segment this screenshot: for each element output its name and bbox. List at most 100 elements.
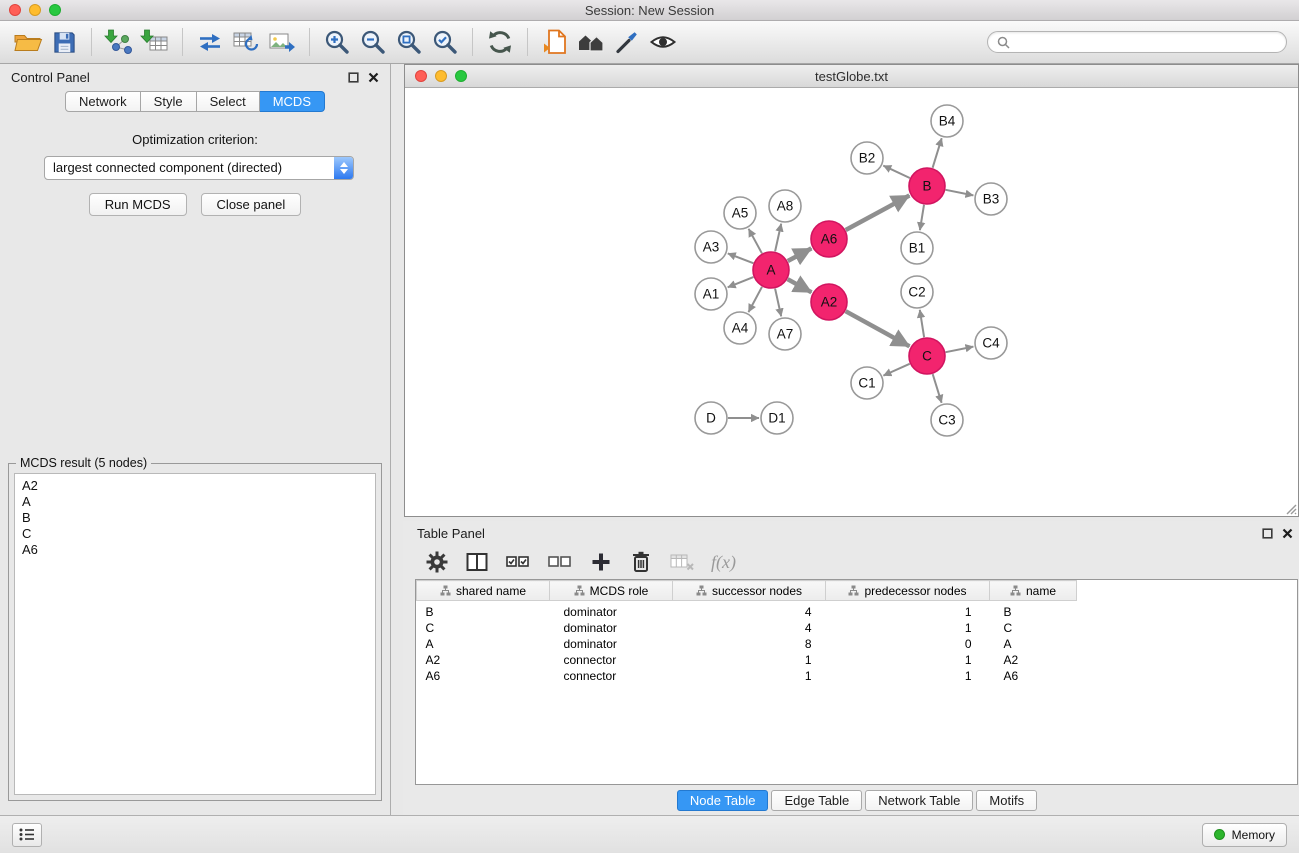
float-panel-icon[interactable] — [348, 72, 359, 83]
graph-edge-B-B2[interactable] — [883, 166, 910, 178]
table-cell[interactable]: 1 — [826, 620, 990, 636]
run-mcds-button[interactable]: Run MCDS — [89, 193, 187, 216]
graph-edge-A-A2[interactable] — [788, 279, 812, 292]
graph-node-A2[interactable]: A2 — [811, 284, 847, 320]
table-row[interactable]: Bdominator41B — [417, 601, 1298, 621]
tab-node-table[interactable]: Node Table — [677, 790, 769, 811]
network-swap-button[interactable] — [192, 24, 228, 60]
export-image-button[interactable] — [264, 24, 300, 60]
memory-button[interactable]: Memory — [1202, 823, 1287, 847]
graph-edge-C-C3[interactable] — [933, 374, 942, 403]
graph-node-D[interactable]: D — [695, 402, 727, 434]
show-columns-button[interactable] — [465, 547, 489, 577]
network-canvas[interactable]: B4B2BB3A5A8A6A3B1AC2A1A2A4A7C4CC1C3DD1 — [405, 88, 1298, 516]
graph-node-A8[interactable]: A8 — [769, 190, 801, 222]
tab-motifs[interactable]: Motifs — [976, 790, 1037, 811]
open-file-button[interactable] — [10, 24, 46, 60]
graph-edge-A-A6[interactable] — [788, 248, 812, 261]
table-cell[interactable]: A — [990, 636, 1077, 652]
table-row[interactable]: A6connector11A6 — [417, 668, 1298, 684]
style-pen-button[interactable] — [609, 24, 645, 60]
save-session-button[interactable] — [46, 24, 82, 60]
table-cell[interactable]: 1 — [826, 652, 990, 668]
graph-node-D1[interactable]: D1 — [761, 402, 793, 434]
column-header-shared-name[interactable]: shared name — [417, 581, 550, 601]
zoom-in-button[interactable] — [319, 24, 355, 60]
column-header-name[interactable]: name — [990, 581, 1077, 601]
table-cell[interactable]: connector — [550, 652, 673, 668]
table-cell[interactable]: A2 — [990, 652, 1077, 668]
graph-edge-A6-B[interactable] — [846, 196, 910, 231]
zoom-window-button[interactable] — [49, 4, 61, 16]
search-box[interactable] — [987, 31, 1287, 53]
graph-edge-C-C2[interactable] — [920, 310, 924, 337]
graph-node-C3[interactable]: C3 — [931, 404, 963, 436]
tab-mcds[interactable]: MCDS — [260, 91, 325, 112]
graph-edge-C-C4[interactable] — [946, 347, 974, 353]
tab-network[interactable]: Network — [65, 91, 141, 112]
network-close-button[interactable] — [415, 70, 427, 82]
table-cell[interactable]: A2 — [417, 652, 550, 668]
mcds-result-item[interactable]: A6 — [22, 542, 368, 558]
deselect-all-button[interactable] — [547, 547, 573, 577]
task-history-button[interactable] — [12, 823, 42, 847]
tab-edge-table[interactable]: Edge Table — [771, 790, 862, 811]
import-network-button[interactable] — [101, 24, 137, 60]
graph-edge-A-A3[interactable] — [728, 253, 754, 263]
graph-node-C1[interactable]: C1 — [851, 367, 883, 399]
tab-network-table[interactable]: Network Table — [865, 790, 973, 811]
table-cell[interactable]: A6 — [417, 668, 550, 684]
mcds-result-item[interactable]: B — [22, 510, 368, 526]
mcds-result-item[interactable]: A — [22, 494, 368, 510]
graph-edge-A-A1[interactable] — [728, 277, 754, 287]
close-panel-icon[interactable] — [368, 72, 379, 83]
function-builder-button[interactable]: f(x) — [711, 547, 736, 577]
table-cell[interactable]: B — [417, 601, 550, 621]
table-cell[interactable]: A6 — [990, 668, 1077, 684]
table-mode-button[interactable] — [425, 547, 449, 577]
graph-node-B3[interactable]: B3 — [975, 183, 1007, 215]
graph-node-A1[interactable]: A1 — [695, 278, 727, 310]
graph-node-A3[interactable]: A3 — [695, 231, 727, 263]
delete-column-button[interactable] — [629, 547, 653, 577]
select-all-button[interactable] — [505, 547, 531, 577]
table-cell[interactable]: C — [990, 620, 1077, 636]
graph-node-B4[interactable]: B4 — [931, 105, 963, 137]
graph-node-C2[interactable]: C2 — [901, 276, 933, 308]
graph-edge-B-B3[interactable] — [946, 190, 974, 196]
zoom-fit-button[interactable] — [391, 24, 427, 60]
table-cell[interactable]: dominator — [550, 601, 673, 621]
search-input[interactable] — [1015, 35, 1277, 49]
zoom-selected-button[interactable] — [427, 24, 463, 60]
table-cell[interactable]: 1 — [826, 668, 990, 684]
network-overview-button[interactable] — [573, 24, 609, 60]
table-row[interactable]: Cdominator41C — [417, 620, 1298, 636]
graph-node-C[interactable]: C — [909, 338, 945, 374]
graph-edge-A-A5[interactable] — [749, 229, 762, 254]
float-panel-icon[interactable] — [1262, 528, 1273, 539]
graph-edge-A-A7[interactable] — [775, 289, 781, 317]
network-minimize-button[interactable] — [435, 70, 447, 82]
table-cell[interactable]: connector — [550, 668, 673, 684]
network-zoom-button[interactable] — [455, 70, 467, 82]
close-panel-button[interactable]: Close panel — [201, 193, 302, 216]
mcds-result-item[interactable]: C — [22, 526, 368, 542]
table-cell[interactable]: 1 — [673, 652, 826, 668]
graph-node-A4[interactable]: A4 — [724, 312, 756, 344]
table-row[interactable]: Adominator80A — [417, 636, 1298, 652]
graph-edge-A-A8[interactable] — [775, 224, 781, 252]
table-cell[interactable]: A — [417, 636, 550, 652]
graph-edge-A2-C[interactable] — [846, 311, 910, 346]
graph-node-B1[interactable]: B1 — [901, 232, 933, 264]
table-cell[interactable]: C — [417, 620, 550, 636]
column-header-predecessor-nodes[interactable]: predecessor nodes — [826, 581, 990, 601]
table-cell[interactable]: 4 — [673, 620, 826, 636]
refresh-view-button[interactable] — [482, 24, 518, 60]
graph-node-B2[interactable]: B2 — [851, 142, 883, 174]
table-row[interactable]: A2connector11A2 — [417, 652, 1298, 668]
panel-splitter[interactable] — [391, 64, 403, 815]
mcds-result-item[interactable]: A2 — [22, 478, 368, 494]
graph-node-A7[interactable]: A7 — [769, 318, 801, 350]
graph-edge-C-C1[interactable] — [883, 364, 909, 376]
table-cell[interactable]: 1 — [673, 668, 826, 684]
